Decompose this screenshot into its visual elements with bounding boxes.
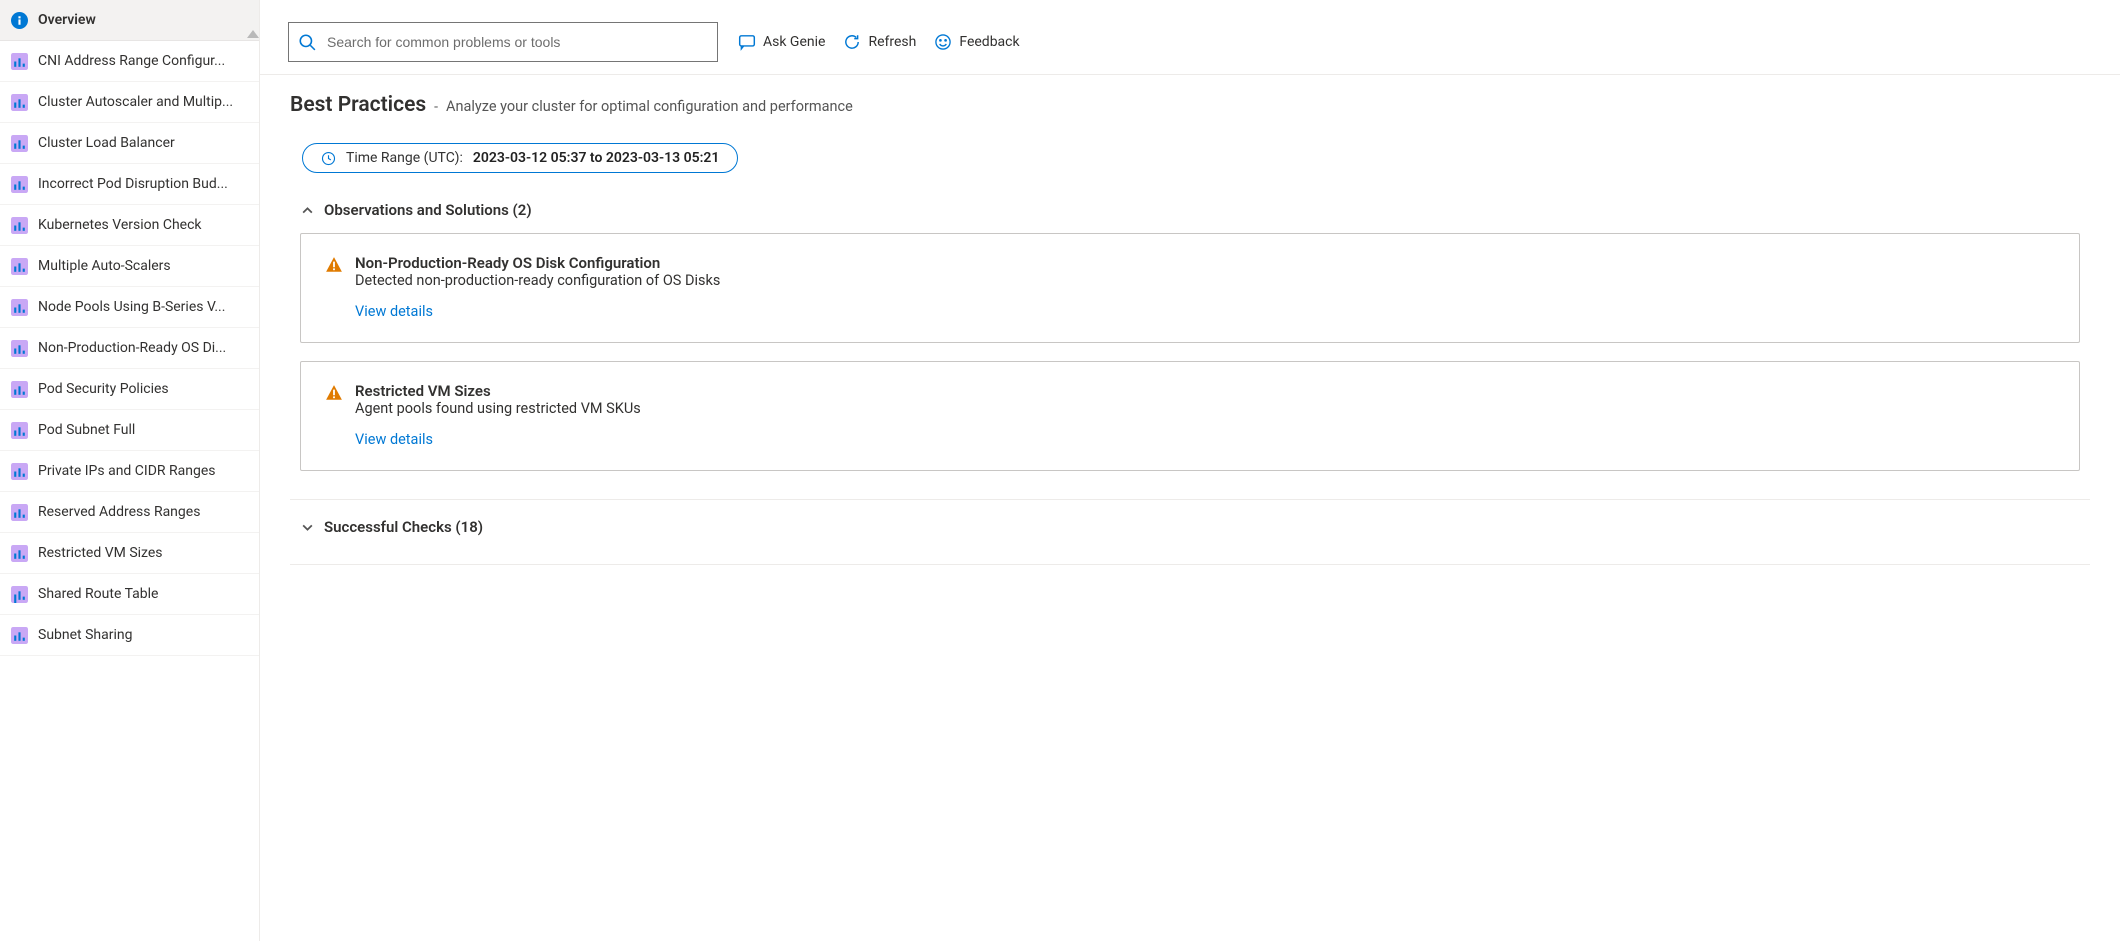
sidebar-collapse-caret[interactable] [247,30,259,38]
sidebar-item-restricted-vm-sizes[interactable]: Restricted VM Sizes [0,533,259,574]
bar-chart-icon [10,544,28,562]
smiley-icon [934,33,952,51]
warning-icon [325,256,343,274]
ask-genie-label: Ask Genie [763,34,825,50]
sidebar-item-multiple-autoscalers[interactable]: Multiple Auto-Scalers [0,246,259,287]
sidebar-item-label: Cluster Autoscaler and Multip... [38,94,233,110]
sidebar-item-k8s-version-check[interactable]: Kubernetes Version Check [0,205,259,246]
sidebar-item-pod-subnet-full[interactable]: Pod Subnet Full [0,410,259,451]
sidebar-item-label: Node Pools Using B-Series V... [38,299,225,315]
refresh-button[interactable]: Refresh [843,33,916,51]
card-title: Restricted VM Sizes [355,382,2055,400]
observation-card: Restricted VM Sizes Agent pools found us… [300,361,2080,471]
info-icon [10,11,28,29]
warning-icon [325,384,343,402]
sidebar-item-cni-address-range[interactable]: CNI Address Range Configur... [0,41,259,82]
sidebar: Overview CNI Address Range Configur... C… [0,0,260,941]
sidebar-item-shared-route-table[interactable]: Shared Route Table [0,574,259,615]
card-description: Agent pools found using restricted VM SK… [355,400,2055,417]
search-icon [298,33,316,51]
bar-chart-icon [10,380,28,398]
bar-chart-icon [10,134,28,152]
page-title: Best Practices [290,93,426,117]
refresh-icon [843,33,861,51]
bar-chart-icon [10,462,28,480]
search-input[interactable] [288,22,718,62]
sidebar-item-label: Private IPs and CIDR Ranges [38,463,216,479]
chevron-down-icon [300,520,314,534]
section-divider [290,499,2090,500]
card-title: Non-Production-Ready OS Disk Configurati… [355,254,2055,272]
sidebar-item-cluster-load-balancer[interactable]: Cluster Load Balancer [0,123,259,164]
sidebar-item-label: Reserved Address Ranges [38,504,200,520]
feedback-label: Feedback [959,34,1019,50]
sidebar-item-pod-disruption-budget[interactable]: Incorrect Pod Disruption Bud... [0,164,259,205]
observation-card: Non-Production-Ready OS Disk Configurati… [300,233,2080,343]
bar-chart-icon [10,585,28,603]
sidebar-overview-label: Overview [38,12,96,28]
sidebar-item-label: Kubernetes Version Check [38,217,202,233]
successful-checks-label: Successful Checks (18) [324,518,483,536]
search-wrap [288,22,718,62]
bar-chart-icon [10,421,28,439]
time-range-pill[interactable]: Time Range (UTC): 2023-03-12 05:37 to 20… [302,143,738,173]
sidebar-item-subnet-sharing[interactable]: Subnet Sharing [0,615,259,656]
bar-chart-icon [10,175,28,193]
sidebar-item-label: CNI Address Range Configur... [38,53,225,69]
time-range-label: Time Range (UTC): [346,150,463,166]
sidebar-item-label: Incorrect Pod Disruption Bud... [38,176,228,192]
view-details-link[interactable]: View details [355,431,433,448]
observations-label: Observations and Solutions (2) [324,201,532,219]
sidebar-item-label: Pod Security Policies [38,381,169,397]
sidebar-item-label: Subnet Sharing [38,627,132,643]
observations-section-header[interactable]: Observations and Solutions (2) [300,201,2090,219]
sidebar-item-label: Multiple Auto-Scalers [38,258,171,274]
chat-icon [738,33,756,51]
ask-genie-button[interactable]: Ask Genie [738,33,825,51]
bar-chart-icon [10,298,28,316]
page-subtitle: Analyze your cluster for optimal configu… [446,98,853,115]
sidebar-item-cluster-autoscaler[interactable]: Cluster Autoscaler and Multip... [0,82,259,123]
sidebar-item-pod-security-policies[interactable]: Pod Security Policies [0,369,259,410]
title-row: Best Practices - Analyze your cluster fo… [290,93,2090,117]
card-description: Detected non-production-ready configurat… [355,272,2055,289]
sidebar-item-label: Pod Subnet Full [38,422,135,438]
sidebar-item-label: Shared Route Table [38,586,158,602]
bar-chart-icon [10,339,28,357]
sidebar-item-label: Cluster Load Balancer [38,135,175,151]
sidebar-item-private-ips-cidr[interactable]: Private IPs and CIDR Ranges [0,451,259,492]
sidebar-item-label: Non-Production-Ready OS Di... [38,340,226,356]
sidebar-item-non-production-os-disk[interactable]: Non-Production-Ready OS Di... [0,328,259,369]
section-divider [290,564,2090,565]
header-actions: Ask Genie Refresh Feedback [738,33,1020,51]
header: Ask Genie Refresh Feedback [260,0,2120,75]
successful-checks-section-header[interactable]: Successful Checks (18) [300,518,2090,536]
sidebar-item-node-pools-b-series[interactable]: Node Pools Using B-Series V... [0,287,259,328]
clock-icon [321,151,336,166]
bar-chart-icon [10,257,28,275]
view-details-link[interactable]: View details [355,303,433,320]
bar-chart-icon [10,626,28,644]
bar-chart-icon [10,93,28,111]
chevron-up-icon [300,203,314,217]
feedback-button[interactable]: Feedback [934,33,1019,51]
bar-chart-icon [10,52,28,70]
title-dash: - [434,99,438,115]
sidebar-item-reserved-address-ranges[interactable]: Reserved Address Ranges [0,492,259,533]
content: Best Practices - Analyze your cluster fo… [260,75,2120,605]
bar-chart-icon [10,216,28,234]
sidebar-item-label: Restricted VM Sizes [38,545,163,561]
sidebar-item-overview[interactable]: Overview [0,0,259,41]
bar-chart-icon [10,503,28,521]
main: Ask Genie Refresh Feedback [260,0,2120,941]
time-range-value: 2023-03-12 05:37 to 2023-03-13 05:21 [473,150,720,166]
refresh-label: Refresh [868,34,916,50]
